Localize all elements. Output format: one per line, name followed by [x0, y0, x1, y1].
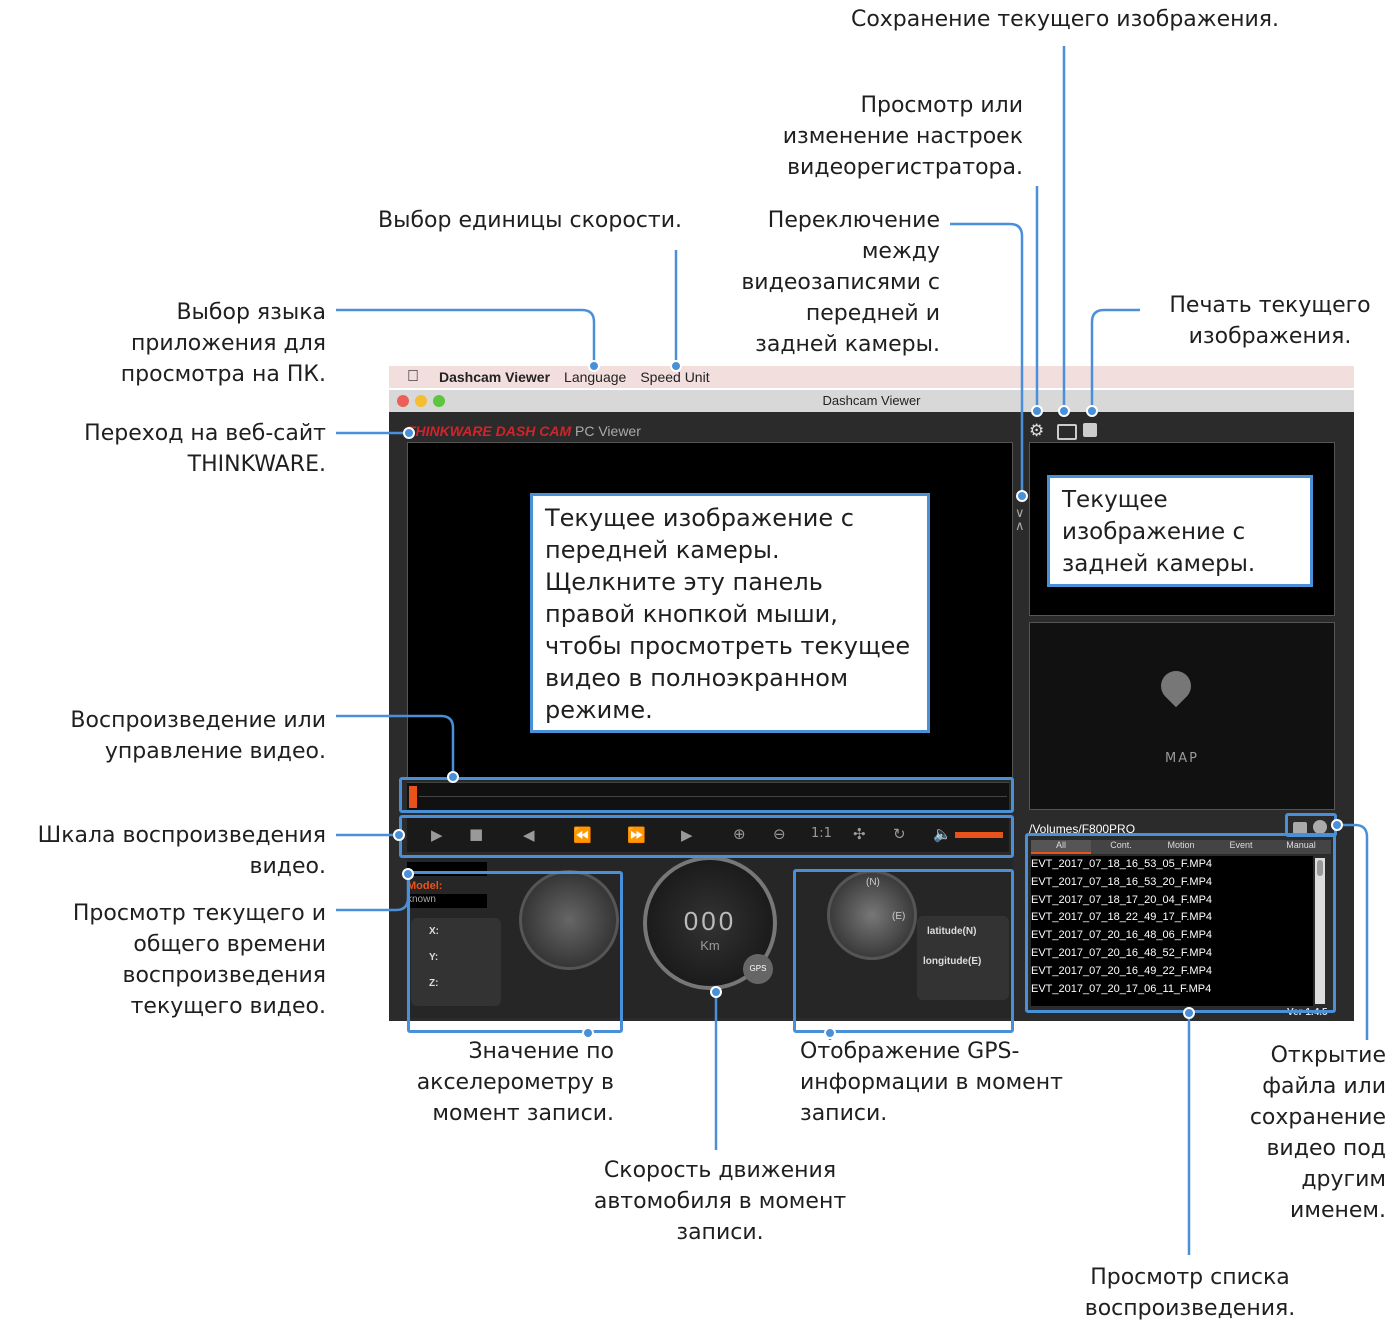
leader-lines	[336, 46, 1369, 1255]
